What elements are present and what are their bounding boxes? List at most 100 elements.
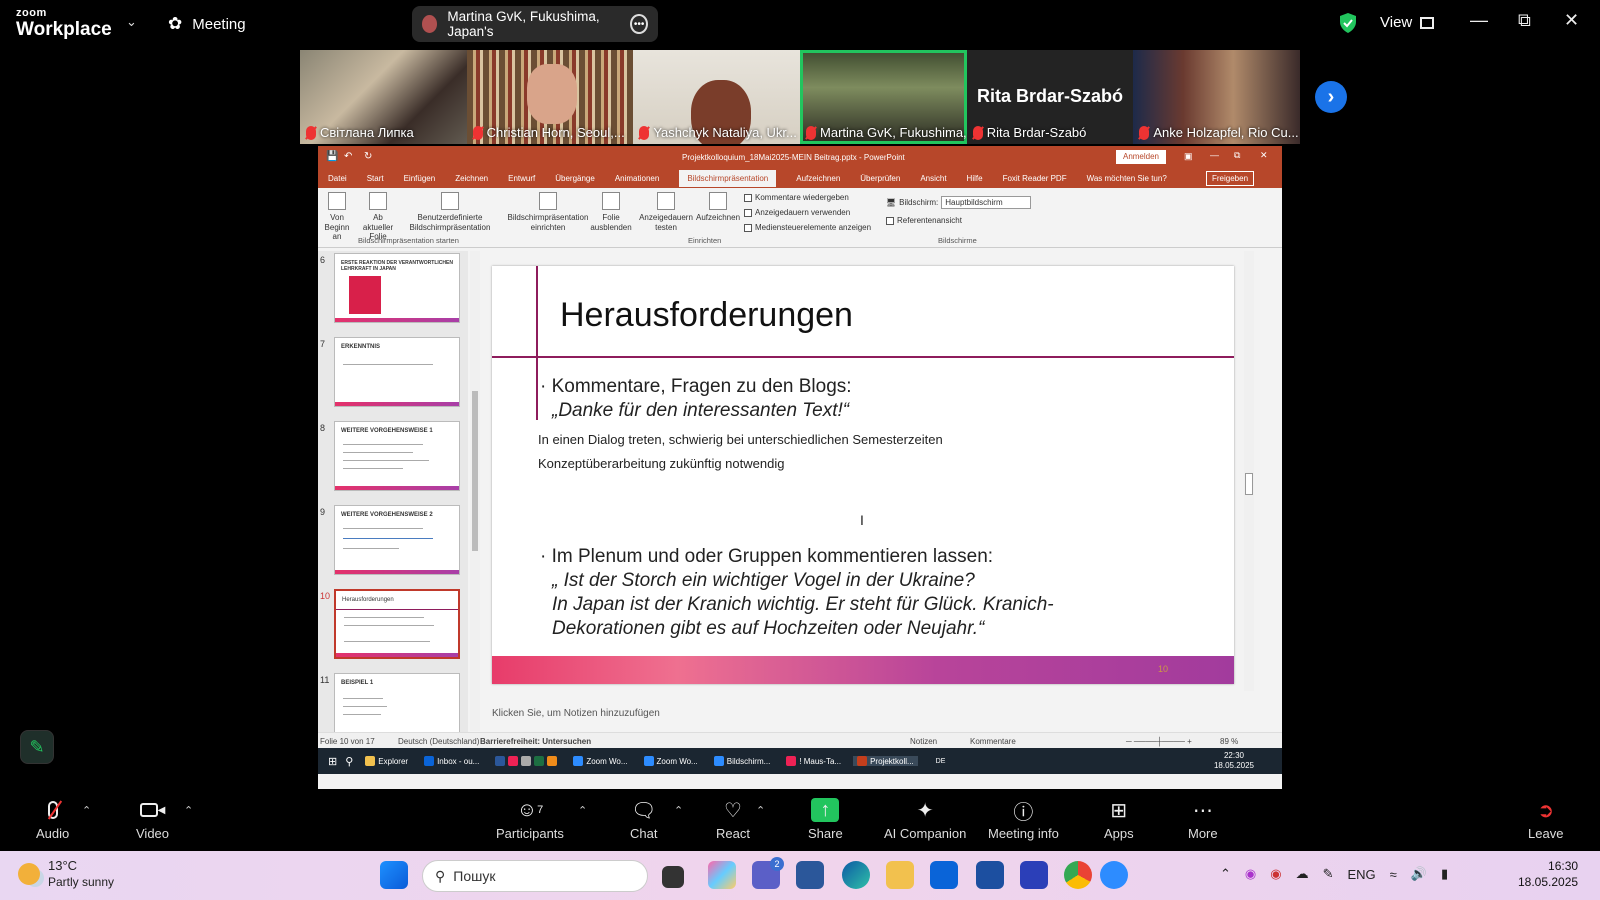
apps-button[interactable]: ⊞ Apps: [1104, 798, 1134, 842]
aufzeichnen-button[interactable]: Aufzeichnen: [694, 192, 742, 223]
chevron-down-icon[interactable]: ⌄: [126, 14, 137, 30]
taskbar-search[interactable]: ⚲ Пошук: [422, 860, 648, 892]
tab-ansicht[interactable]: Ansicht: [920, 174, 946, 183]
taskbar-app[interactable]: Bildschirm...: [710, 756, 775, 766]
search-icon[interactable]: ⚲: [345, 755, 353, 768]
checkbox-mediensteuerelemente[interactable]: Mediensteuerelemente anzeigen: [744, 223, 871, 232]
taskbar-app[interactable]: Inbox - ou...: [420, 756, 483, 766]
chat-options-caret-icon[interactable]: ⌃: [674, 804, 683, 817]
audio-options-caret-icon[interactable]: ⌃: [82, 804, 91, 817]
share-button[interactable]: Freigeben: [1206, 171, 1255, 186]
inner-clock[interactable]: 22:30 18.05.2025: [1214, 751, 1254, 770]
file-explorer-icon[interactable]: [886, 861, 914, 889]
tab-bildschirmpraesentation[interactable]: Bildschirmpräsentation: [679, 169, 777, 187]
undo-icon[interactable]: ↶: [344, 151, 352, 162]
security-tray-icon[interactable]: ◉: [1270, 866, 1281, 882]
task-view-icon[interactable]: [662, 866, 684, 888]
audio-button[interactable]: Audio: [36, 798, 69, 841]
meeting-info-button[interactable]: ⓘ Meeting info: [988, 798, 1059, 842]
anzeigedauern-testen-button[interactable]: Anzeigedauern testen: [638, 192, 694, 232]
view-button[interactable]: View: [1380, 14, 1435, 31]
tab-einfuegen[interactable]: Einfügen: [404, 174, 436, 183]
tab-aufzeichnen[interactable]: Aufzeichnen: [796, 174, 840, 183]
input-language[interactable]: DE: [936, 758, 946, 765]
current-slide[interactable]: Herausforderungen · Kommentare, Fragen z…: [492, 266, 1234, 684]
slide-thumbnail[interactable]: WEITERE VORGEHENSWEISE 2: [334, 505, 460, 575]
outlook-icon[interactable]: [930, 861, 958, 889]
close-icon[interactable]: ✕: [1564, 10, 1579, 31]
save-icon[interactable]: 💾: [326, 151, 338, 162]
participant-tile[interactable]: Rita Brdar-Szabó Rita Brdar-Szabó: [966, 50, 1134, 144]
zoom-icon[interactable]: [1100, 861, 1128, 889]
word-icon[interactable]: [796, 861, 824, 889]
store-icon[interactable]: [976, 861, 1004, 889]
edge-icon[interactable]: [842, 861, 870, 889]
input-language[interactable]: ENG: [1348, 867, 1376, 882]
app-icon[interactable]: [1020, 861, 1048, 889]
zoom-slider[interactable]: ─ ────┼──── +: [1126, 737, 1192, 746]
speaker-icon[interactable]: 🔊: [1411, 866, 1427, 882]
participant-tile[interactable]: Christian Horn, Seoul,...: [466, 50, 634, 144]
more-options-icon[interactable]: •••: [630, 14, 648, 34]
wifi-icon[interactable]: ≈: [1390, 867, 1397, 882]
tell-me-search[interactable]: Was möchten Sie tun?: [1087, 174, 1167, 183]
shield-check-icon[interactable]: [1338, 12, 1358, 34]
checkbox-referentenansicht[interactable]: Referentenansicht: [886, 216, 962, 225]
teams-icon[interactable]: 2: [752, 857, 784, 889]
restore-icon[interactable]: ⧉: [1234, 150, 1240, 161]
copilot-icon[interactable]: [708, 861, 736, 889]
von-beginn-button[interactable]: Von Beginn an: [320, 192, 354, 242]
ai-companion-button[interactable]: ✦ AI Companion: [884, 798, 966, 842]
react-button[interactable]: ♡ React: [716, 798, 750, 842]
signin-button[interactable]: Anmelden: [1116, 150, 1166, 164]
taskbar-app[interactable]: [491, 756, 561, 766]
zoom-level[interactable]: 89 %: [1220, 737, 1238, 746]
participants-options-caret-icon[interactable]: ⌃: [578, 804, 587, 817]
taskbar-app-active[interactable]: Projektkoll...: [853, 756, 918, 766]
redo-icon[interactable]: ↻: [364, 151, 372, 162]
tab-hilfe[interactable]: Hilfe: [967, 174, 983, 183]
slide-thumbnail[interactable]: WEITERE VORGEHENSWEISE 1: [334, 421, 460, 491]
slide-thumbnail-selected[interactable]: Herausforderungen: [334, 589, 460, 659]
chat-button[interactable]: 🗨 Chat: [630, 798, 657, 842]
participant-tile[interactable]: Світлана Липка: [300, 50, 467, 144]
comments-toggle[interactable]: Kommentare: [970, 737, 1016, 746]
participant-tile-active[interactable]: Martina GvK, Fukushima, J...: [800, 50, 967, 144]
leave-button[interactable]: ➲ Leave: [1528, 798, 1563, 842]
close-icon[interactable]: ✕: [1260, 150, 1268, 161]
slide-scrollbar[interactable]: [1244, 251, 1254, 691]
ab-aktueller-folie-button[interactable]: Ab aktueller Folie: [358, 192, 398, 242]
tab-datei[interactable]: Datei: [328, 174, 347, 183]
windows-start-icon[interactable]: [380, 861, 408, 889]
taskbar-app[interactable]: ! Maus-Ta...: [782, 756, 845, 766]
notes-placeholder[interactable]: Klicken Sie, um Notizen hinzuzufügen: [492, 708, 660, 719]
tab-start[interactable]: Start: [367, 174, 384, 183]
taskbar-app[interactable]: Explorer: [361, 756, 412, 766]
slide-thumbnail[interactable]: ERSTE REAKTION DER VERANTWORTLICHEN LEHR…: [334, 253, 460, 323]
copilot-tray-icon[interactable]: ◉: [1245, 866, 1256, 882]
participant-tile[interactable]: Anke Holzapfel, Rio Cu...: [1133, 50, 1301, 144]
tab-entwurf[interactable]: Entwurf: [508, 174, 535, 183]
einrichten-button[interactable]: Bildschirmpräsentation einrichten: [506, 192, 590, 232]
annotate-pen-icon[interactable]: ✎: [20, 730, 54, 764]
react-options-caret-icon[interactable]: ⌃: [756, 804, 765, 817]
chrome-icon[interactable]: [1064, 861, 1092, 889]
notes-toggle[interactable]: Notizen: [910, 737, 937, 746]
video-button[interactable]: ◀ Video: [136, 798, 169, 841]
tab-ueberpruefen[interactable]: Überprüfen: [860, 174, 900, 183]
weather-widget[interactable]: 13°C Partly sunny: [18, 858, 114, 890]
taskbar-app[interactable]: Zoom Wo...: [640, 756, 702, 766]
tab-zeichnen[interactable]: Zeichnen: [455, 174, 488, 183]
thumbnail-scrollbar[interactable]: [470, 251, 480, 731]
chevron-up-icon[interactable]: ⌃: [1220, 866, 1231, 882]
bildschirm-dropdown[interactable]: Hauptbildschirm: [941, 196, 1032, 209]
checkbox-kommentare[interactable]: Kommentare wiedergeben: [744, 193, 849, 202]
tab-foxit[interactable]: Foxit Reader PDF: [1003, 174, 1067, 183]
pen-input-icon[interactable]: ✎: [1323, 866, 1334, 882]
taskbar-app[interactable]: Zoom Wo...: [569, 756, 631, 766]
slide-thumbnail[interactable]: ERKENNTNIS: [334, 337, 460, 407]
restore-icon[interactable]: ⧉: [1518, 10, 1531, 31]
minimize-icon[interactable]: —: [1470, 10, 1488, 31]
share-screen-button[interactable]: ↑ Share: [808, 798, 843, 841]
taskbar-clock[interactable]: 16:30 18.05.2025: [1518, 858, 1578, 890]
